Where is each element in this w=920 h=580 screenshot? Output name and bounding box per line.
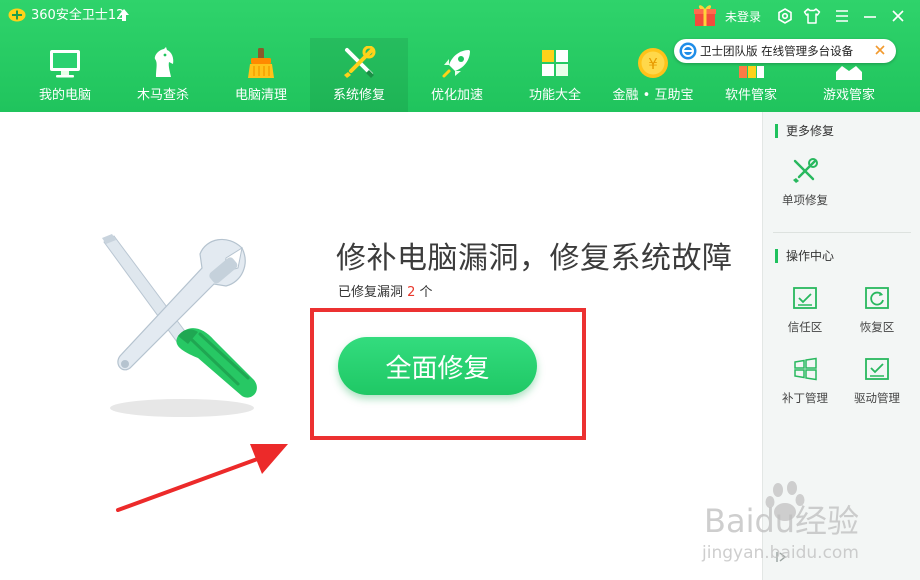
- skin-shirt-icon[interactable]: [802, 6, 822, 26]
- app-title: 360安全卫士12: [31, 8, 125, 23]
- close-icon[interactable]: [888, 6, 908, 26]
- tab-label: 游戏管家: [822, 88, 875, 103]
- app-logo-icon: [8, 8, 26, 22]
- title-bar: 360安全卫士12 未登录: [0, 0, 920, 32]
- svg-text:¥: ¥: [648, 55, 658, 73]
- driver-management-item[interactable]: 驱动管理: [842, 355, 912, 411]
- windows-patch-icon: [794, 357, 817, 381]
- patch-management-item[interactable]: 补丁管理: [770, 355, 840, 411]
- tab-label: 木马查杀: [136, 88, 189, 103]
- menu-icon[interactable]: [832, 6, 852, 26]
- horse-icon: [154, 47, 174, 77]
- tab-system-repair[interactable]: 系统修复: [310, 38, 408, 112]
- settings-icon[interactable]: [775, 6, 795, 26]
- single-repair-label: 单项修复: [782, 193, 828, 207]
- tab-optimize[interactable]: 优化加速: [408, 38, 506, 112]
- driver-icon: [865, 358, 889, 380]
- tab-all-features[interactable]: 功能大全: [506, 38, 604, 112]
- tab-pc-cleanup[interactable]: 电脑清理: [212, 38, 310, 112]
- restore-zone-item[interactable]: 恢复区: [842, 284, 912, 340]
- trust-zone-label: 信任区: [787, 320, 823, 334]
- trust-zone-item[interactable]: 信任区: [770, 284, 840, 340]
- rocket-icon: [442, 50, 470, 78]
- tab-label: 优化加速: [430, 88, 483, 103]
- restore-zone-label: 恢复区: [859, 320, 895, 334]
- broom-icon: [248, 48, 274, 78]
- driver-management-label: 驱动管理: [854, 391, 900, 405]
- tab-label: 电脑清理: [234, 88, 287, 103]
- monitor-icon: [50, 50, 80, 78]
- single-repair-item[interactable]: 单项修复: [770, 157, 840, 213]
- watermark-url: jingyan.baidu.com: [701, 543, 859, 563]
- login-link[interactable]: 未登录: [725, 9, 761, 25]
- app-window: 360安全卫士12 未登录 我的电脑 木马查杀 电脑清理 系统修复 优化加速 功…: [0, 0, 920, 580]
- page-headline: 修补电脑漏洞，修复系统故障: [336, 241, 733, 276]
- tab-label: 我的电脑: [38, 88, 91, 103]
- repair-tools-illustration: [102, 234, 257, 417]
- fixed-vulnerabilities-status: 已修复漏洞 2 个: [338, 285, 433, 301]
- operation-center-title: 操作中心: [775, 249, 834, 263]
- coin-icon: ¥: [638, 48, 668, 78]
- tab-label: 软件管家: [724, 88, 777, 103]
- apps-grid-icon: [542, 50, 568, 76]
- tab-label: 系统修复: [332, 88, 385, 103]
- status-prefix: 已修复漏洞: [338, 285, 408, 300]
- promo-text: 卫士团队版 在线管理多台设备: [700, 44, 854, 58]
- restore-zone-icon: [865, 287, 889, 309]
- baidu-jingyan-watermark: Baidu经验 jingyan.baidu.com: [701, 481, 859, 563]
- pointer-arrow-icon: [116, 444, 288, 512]
- tab-label: 金融 • 互助宝: [612, 88, 694, 103]
- trust-zone-icon: [793, 287, 817, 309]
- team-edition-icon: [679, 42, 697, 60]
- highlight-box: [310, 308, 586, 440]
- tab-my-computer[interactable]: 我的电脑: [16, 38, 114, 112]
- status-suffix: 个: [415, 285, 433, 300]
- minimize-icon[interactable]: [860, 6, 880, 26]
- more-repair-title: 更多修复: [775, 124, 834, 138]
- tools-icon: [793, 158, 818, 183]
- gift-icon[interactable]: [692, 3, 718, 27]
- tab-trojan-scan[interactable]: 木马查杀: [114, 38, 212, 112]
- tools-icon: [344, 46, 376, 78]
- team-edition-promo[interactable]: 卫士团队版 在线管理多台设备: [674, 39, 896, 63]
- tab-label: 功能大全: [528, 88, 581, 103]
- section-divider: [773, 232, 911, 233]
- header-bar: 360安全卫士12 未登录 我的电脑 木马查杀 电脑清理 系统修复 优化加速 功…: [0, 0, 920, 112]
- promo-close-icon[interactable]: [872, 42, 888, 58]
- upgrade-arrow-icon[interactable]: [118, 8, 130, 22]
- watermark-brand: Baidu经验: [704, 502, 859, 540]
- patch-management-label: 补丁管理: [782, 391, 828, 405]
